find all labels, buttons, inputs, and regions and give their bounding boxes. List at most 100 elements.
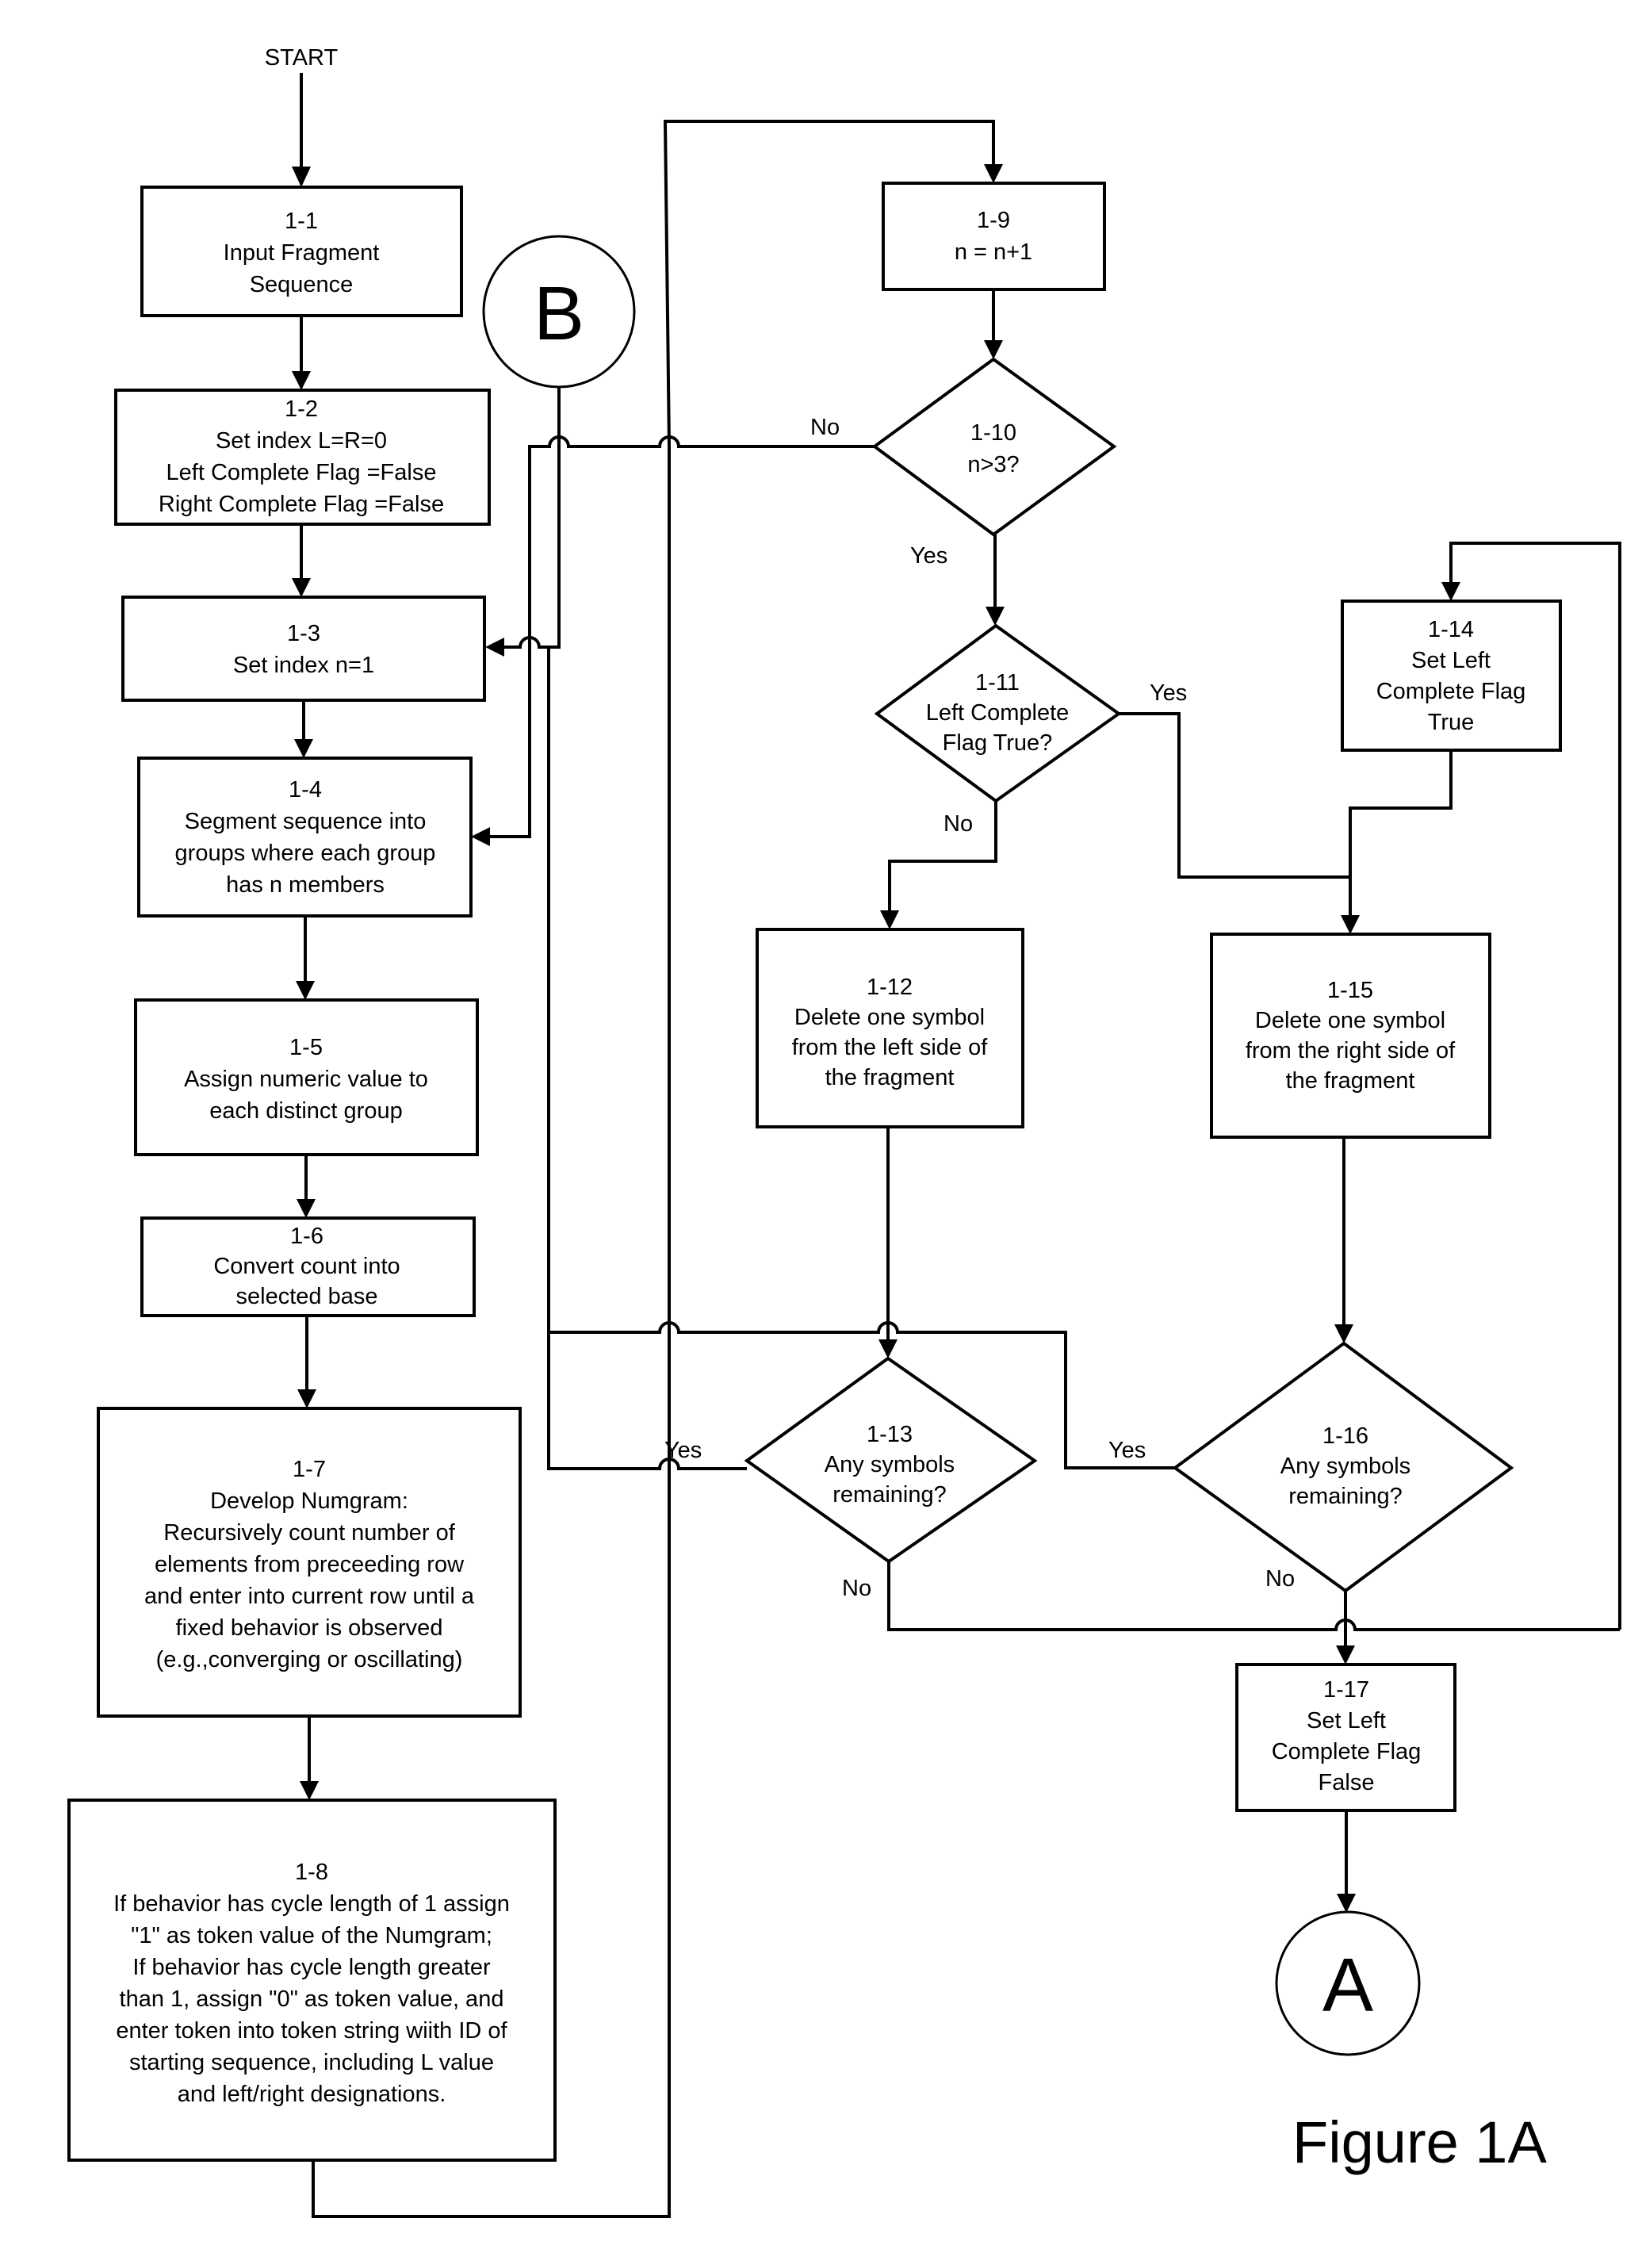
node-text: Set Left [1411,648,1491,673]
edge-label-1-11-no: No [943,811,973,837]
arrowhead [300,1781,319,1800]
start-label: START [265,45,339,71]
node-text: Complete Flag [1272,1739,1422,1764]
node-1-4: 1-4 Segment sequence into groups where e… [137,757,473,918]
arrowhead [984,340,1003,359]
node-text: Assign numeric value to [184,1067,428,1092]
node-text: selected base [236,1284,378,1309]
edge-1-11-yes-to-1-15 [1119,712,1350,879]
node-text: Set index n=1 [233,653,374,678]
edge-label-1-10-yes: Yes [910,543,947,569]
arrowhead [1336,1645,1355,1665]
node-text: Complete Flag [1376,679,1526,704]
arrowhead [986,607,1005,626]
node-id: 1-4 [289,777,322,803]
node-text: False [1319,1770,1375,1795]
node-text: elements from preceeding row [155,1552,465,1577]
node-id: 1-2 [285,397,318,422]
node-id: 1-13 [867,1422,913,1447]
arrowhead [294,739,313,758]
node-text: fixed behavior is observed [176,1615,443,1641]
node-text: starting sequence, including L value [129,2050,494,2075]
node-text: Input Fragment [224,240,380,266]
connector-a-label: A [1322,1943,1373,2028]
node-1-2: 1-2 Set index L=R=0 Left Complete Flag =… [114,389,491,526]
node-text: "1" as token value of the Numgram; [131,1923,492,1948]
node-text: Right Complete Flag =False [159,492,444,517]
node-1-5: 1-5 Assign numeric value to each distinc… [134,998,479,1156]
node-1-3: 1-3 Set index n=1 [121,596,486,702]
node-id: 1-8 [295,1860,328,1885]
node-id: 1-17 [1323,1677,1369,1703]
node-1-15: 1-15 Delete one symbol from the right si… [1210,933,1491,1139]
node-id: 1-6 [290,1224,323,1249]
node-text: n>3? [967,452,1019,477]
decision-1-10: 1-10 n>3? [871,357,1117,537]
node-text: remaining? [1288,1484,1402,1509]
node-text: enter token into token string wiith ID o… [116,2018,507,2044]
node-text: groups where each group [175,841,436,866]
edge-label-1-16-no: No [1265,1566,1295,1592]
arrowhead [292,167,311,187]
arrowhead [1334,1324,1353,1343]
node-text: Any symbols [1280,1454,1410,1479]
node-id: 1-15 [1327,978,1373,1003]
node-text: than 1, assign "0" as token value, and [120,1986,504,2012]
node-text: Any symbols [825,1452,955,1477]
edge-1-14-to-1-15 [1349,750,1453,915]
node-id: 1-9 [977,208,1010,233]
arrowhead [1341,915,1360,934]
node-text: Set index L=R=0 [216,428,387,454]
node-1-1: 1-1 Input Fragment Sequence [140,186,463,317]
arrowhead [296,981,315,1000]
node-text: from the left side of [792,1035,989,1060]
node-1-6: 1-6 Convert count into selected base [140,1216,476,1317]
edge-label-1-16-yes: Yes [1108,1438,1146,1463]
decision-1-11: 1-11 Left Complete Flag True? [874,623,1122,803]
node-id: 1-5 [289,1035,323,1060]
arrowhead [297,1199,316,1218]
edge-1-13-yes-to-1-3 [547,647,747,1470]
edge-label-1-13-yes: Yes [664,1438,702,1463]
edge-label-1-13-no: No [842,1576,871,1601]
node-text: Set Left [1307,1708,1386,1734]
arrowhead [878,1339,898,1358]
arrowhead [1337,1894,1356,1913]
node-text: Segment sequence into [185,809,427,834]
node-text: remaining? [832,1482,946,1508]
node-id: 1-16 [1322,1423,1368,1449]
node-1-12: 1-12 Delete one symbol from the left sid… [756,928,1024,1128]
arrowhead [471,827,490,846]
node-text: True [1428,710,1475,735]
node-id: 1-10 [970,420,1016,446]
edge-1-11-no-to-1-12 [888,801,997,910]
figure-caption: Figure 1A [1292,2109,1547,2175]
node-id: 1-14 [1428,617,1474,642]
node-text: Delete one symbol [1255,1008,1445,1033]
connector-a: A [1275,1910,1421,2056]
node-text: the fragment [1286,1068,1415,1094]
arrowhead [880,910,899,929]
node-id: 1-7 [293,1457,326,1482]
node-text: has n members [226,872,385,898]
node-text: Recursively count number of [163,1520,455,1546]
node-id: 1-1 [285,209,318,234]
connector-b-label: B [534,271,584,356]
edge-b-to-1-3 [504,387,561,649]
node-text: from the right side of [1246,1038,1456,1063]
node-1-14: 1-14 Set Left Complete Flag True [1341,600,1562,752]
node-1-7: 1-7 Develop Numgram: Recursively count n… [97,1407,522,1718]
node-text: (e.g.,converging or oscillating) [156,1647,463,1672]
node-text: Flag True? [943,730,1053,756]
node-1-9: 1-9 n = n+1 [882,182,1106,291]
node-text: Delete one symbol [794,1005,985,1030]
edge-label-1-10-no: No [810,415,840,440]
node-text: n = n+1 [955,239,1032,265]
node-id: 1-11 [975,670,1020,695]
node-text: the fragment [825,1065,955,1090]
arrowhead [485,638,504,657]
node-text: Convert count into [213,1254,400,1279]
connector-b: B [482,235,636,389]
decision-1-16: 1-16 Any symbols remaining? [1172,1341,1514,1593]
edge-label-1-11-yes: Yes [1150,680,1187,706]
